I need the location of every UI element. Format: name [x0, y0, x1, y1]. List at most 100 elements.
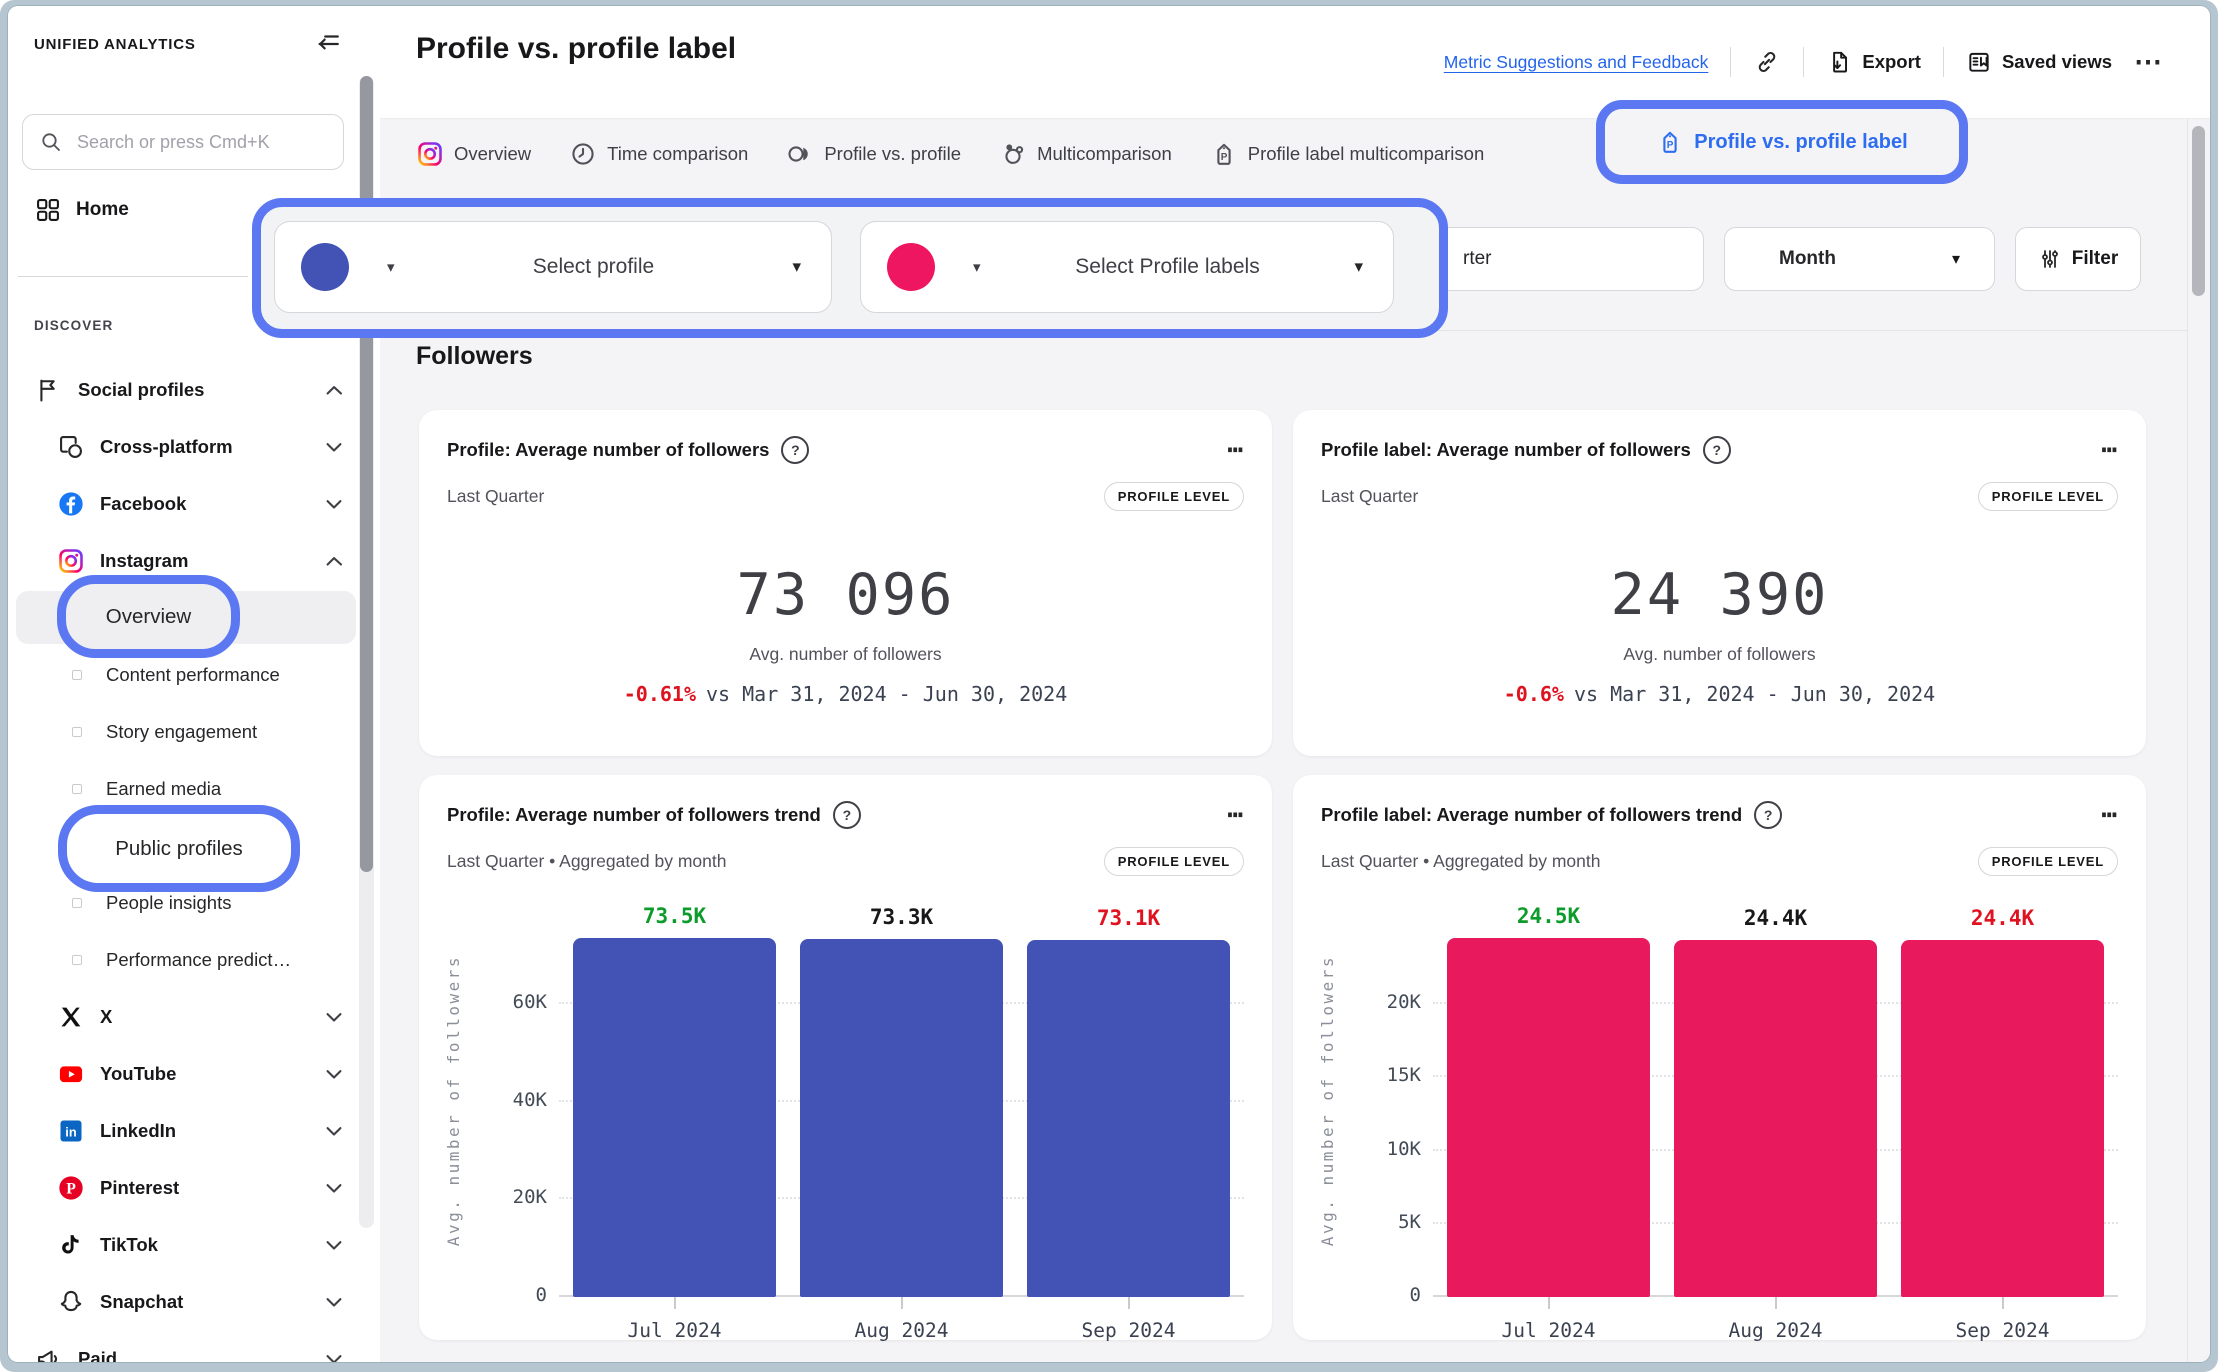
- export-button[interactable]: Export: [1826, 49, 1921, 75]
- sidebar-item-public-profiles-callout[interactable]: Public profiles: [115, 837, 243, 861]
- help-icon[interactable]: ?: [1754, 801, 1782, 829]
- sidebar-scrollbar-thumb[interactable]: [360, 76, 373, 872]
- tab-profile-label-multicomparison[interactable]: PProfile label multicomparison: [1210, 140, 1485, 168]
- sidebar-item-snapchat[interactable]: Snapchat: [8, 1273, 380, 1330]
- flag-icon: [34, 375, 64, 405]
- annotation-selects-callout: ▾ Select profile ▾ ▾ Select Profile labe…: [252, 198, 1448, 338]
- saved-views-icon: [1966, 49, 1992, 75]
- sidebar-item-youtube[interactable]: YouTube: [8, 1045, 380, 1102]
- card-more-button[interactable]: ⋯: [1227, 810, 1244, 820]
- profile-label-icon: P: [1210, 140, 1238, 168]
- facebook-icon: [56, 489, 86, 519]
- x-tick-mark: [1775, 1297, 1777, 1309]
- tab-profile-vs-profile[interactable]: Profile vs. profile: [786, 140, 961, 168]
- export-label: Export: [1862, 51, 1921, 73]
- sidebar-item-x[interactable]: X: [8, 988, 380, 1045]
- y-tick-label: 15K: [1293, 1064, 1421, 1086]
- tab-label: Profile vs. profile: [824, 143, 961, 165]
- select-profile-dropdown[interactable]: ▾ Select profile ▾: [274, 221, 832, 313]
- tab-profile-vs-profile-label[interactable]: PProfile vs. profile label: [1656, 128, 1907, 156]
- collapse-sidebar-button[interactable]: [312, 28, 346, 62]
- sidebar-item-social-profiles[interactable]: Social profiles: [8, 361, 380, 418]
- sidebar-item-linkedin[interactable]: inLinkedIn: [8, 1102, 380, 1159]
- header-more-button[interactable]: ⋯: [2134, 48, 2164, 76]
- chart-bar-jul-2024[interactable]: [1447, 938, 1650, 1297]
- chevron-up-icon: [320, 376, 348, 404]
- tab-time-comparison[interactable]: Time comparison: [569, 140, 748, 168]
- date-range-pill[interactable]: rter: [1420, 227, 1704, 291]
- aggregation-select[interactable]: Month ▾: [1724, 227, 1995, 291]
- card-subheader: Last QuarterPROFILE LEVEL: [447, 482, 1244, 511]
- help-icon[interactable]: ?: [781, 436, 809, 464]
- x-tick-mark: [1548, 1297, 1550, 1309]
- filter-button[interactable]: Filter: [2015, 227, 2141, 291]
- sidebar-item-story-engagement[interactable]: Story engagement: [8, 703, 380, 760]
- bar-value-label: 73.1K: [1027, 906, 1230, 930]
- help-icon[interactable]: ?: [1703, 436, 1731, 464]
- x-tick-label: Sep 2024: [1049, 1319, 1209, 1342]
- tab-label: Overview: [454, 143, 531, 165]
- chart-bar-jul-2024[interactable]: [573, 938, 776, 1297]
- sidebar-item-cross-platform[interactable]: Cross-platform: [8, 418, 380, 475]
- card-more-button[interactable]: ⋯: [1227, 445, 1244, 455]
- search-box[interactable]: [22, 114, 344, 170]
- saved-views-button[interactable]: Saved views: [1966, 49, 2112, 75]
- chevron-down-icon: [320, 490, 348, 518]
- copy-link-button[interactable]: [1753, 48, 1781, 76]
- help-icon[interactable]: ?: [833, 801, 861, 829]
- screenshot-frame: UNIFIED ANALYTICS Home DISCOVER Social p…: [0, 0, 2218, 1372]
- svg-text:P: P: [1667, 140, 1674, 151]
- sidebar-item-label: Snapchat: [100, 1291, 183, 1313]
- tab-label: Time comparison: [607, 143, 748, 165]
- profile-label-color-swatch: [887, 243, 935, 291]
- y-tick-label: 60K: [419, 991, 547, 1013]
- tab-overview[interactable]: Overview: [416, 140, 531, 168]
- card-title: Profile label: Average number of followe…: [1321, 439, 1691, 461]
- bar-value-label: 24.4K: [1674, 906, 1877, 930]
- bar-value-label: 73.5K: [573, 904, 776, 928]
- card-header: Profile label: Average number of followe…: [1321, 436, 2118, 464]
- card-header: Profile: Average number of followers?⋯: [447, 436, 1244, 464]
- chevron-down-icon: [320, 1174, 348, 1202]
- sidebar-item-label: Content performance: [106, 664, 280, 686]
- kpi-change-row: -0.61%vs Mar 31, 2024 - Jun 30, 2024: [419, 682, 1272, 706]
- profile-color-swatch: [301, 243, 349, 291]
- kpi-change-value: -0.6%: [1504, 682, 1564, 706]
- sidebar-item-pinterest[interactable]: P Pinterest: [8, 1159, 380, 1216]
- cross-platform-icon: [56, 432, 86, 462]
- sidebar-item-performance-predict[interactable]: Performance predict…: [8, 931, 380, 988]
- sidebar-item-tiktok[interactable]: TikTok: [8, 1216, 380, 1273]
- card-more-button[interactable]: ⋯: [2101, 445, 2118, 455]
- chevron-up-icon: [320, 547, 348, 575]
- sidebar-item-overview-callout[interactable]: Overview: [106, 605, 191, 629]
- sidebar-item-paid[interactable]: Paid: [8, 1330, 380, 1362]
- profiles-compare-icon: [786, 140, 814, 168]
- svg-text:P: P: [66, 1180, 76, 1197]
- metric-suggestions-link[interactable]: Metric Suggestions and Feedback: [1444, 52, 1709, 73]
- select-profile-labels-dropdown[interactable]: ▾ Select Profile labels ▾: [860, 221, 1394, 313]
- y-tick-label: 5K: [1293, 1211, 1421, 1233]
- sidebar-item-facebook[interactable]: Facebook: [8, 475, 380, 532]
- card-more-button[interactable]: ⋯: [2101, 810, 2118, 820]
- chart-bar-sep-2024[interactable]: [1027, 940, 1230, 1297]
- link-icon: [1753, 48, 1781, 76]
- sidebar-item-label: Facebook: [100, 493, 186, 515]
- tab-multicomparison[interactable]: Multicomparison: [999, 140, 1172, 168]
- profile-level-badge: PROFILE LEVEL: [1978, 847, 2118, 876]
- main-scrollbar-thumb[interactable]: [2192, 126, 2205, 296]
- x-tick-label: Aug 2024: [1696, 1319, 1856, 1342]
- x-tick-label: Sep 2024: [1923, 1319, 2083, 1342]
- chevron-down-icon: ▾: [1952, 249, 1960, 269]
- kpi-cards-row: Profile: Average number of followers?⋯La…: [419, 410, 2146, 756]
- chart-bar-aug-2024[interactable]: [1674, 940, 1877, 1297]
- chart-bar-sep-2024[interactable]: [1901, 940, 2104, 1297]
- filter-label: Filter: [2072, 248, 2118, 270]
- chart-bar-aug-2024[interactable]: [800, 939, 1003, 1297]
- megaphone-icon: [34, 1344, 64, 1363]
- search-input[interactable]: [75, 131, 327, 154]
- chevron-down-icon: ▾: [387, 258, 395, 276]
- page-title: Profile vs. profile label: [416, 32, 736, 66]
- sidebar-item-label: Pinterest: [100, 1177, 179, 1199]
- saved-views-label: Saved views: [2002, 51, 2112, 73]
- card-subheader: Last Quarter • Aggregated by monthPROFIL…: [1321, 847, 2118, 876]
